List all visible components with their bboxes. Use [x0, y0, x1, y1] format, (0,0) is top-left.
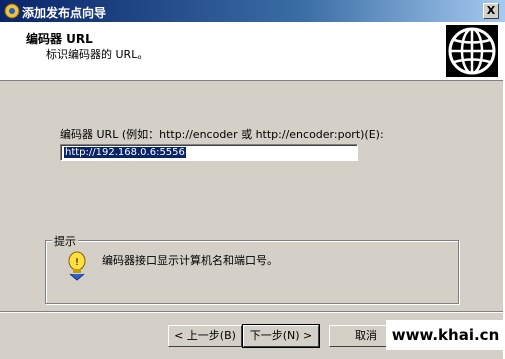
- encoder-url-label: 编码器 URL (例如：http://encoder 或 http://enco…: [60, 128, 384, 141]
- page-subtitle: 标识编码器的 URL。: [46, 48, 149, 61]
- button-separator: [0, 311, 503, 313]
- globe-icon: [446, 25, 498, 77]
- encoder-url-value: http://192.168.0.6:5556: [64, 147, 186, 158]
- next-button[interactable]: 下一步(N) >: [242, 324, 320, 348]
- app-icon: [4, 3, 20, 19]
- hint-text: 编码器接口显示计算机名和端口号。: [102, 254, 278, 267]
- wizard-header: 编码器 URL 标识编码器的 URL。: [0, 22, 503, 81]
- hint-group: [45, 240, 459, 304]
- back-button[interactable]: < 上一步(B): [168, 325, 242, 347]
- lightbulb-icon: !: [68, 251, 86, 281]
- svg-text:!: !: [75, 257, 79, 268]
- hint-legend: 提示: [52, 233, 78, 249]
- page-title: 编码器 URL: [26, 32, 93, 46]
- watermark: www.khai.cn: [386, 320, 505, 350]
- wizard-window: 添加发布点向导 X 编码器 URL 标识编码器的 URL。 编码器 URL (例…: [0, 0, 505, 359]
- title-bar[interactable]: 添加发布点向导 X: [0, 0, 505, 22]
- window-title: 添加发布点向导: [22, 6, 107, 20]
- close-button[interactable]: X: [483, 3, 499, 19]
- encoder-url-input[interactable]: http://192.168.0.6:5556: [60, 144, 358, 161]
